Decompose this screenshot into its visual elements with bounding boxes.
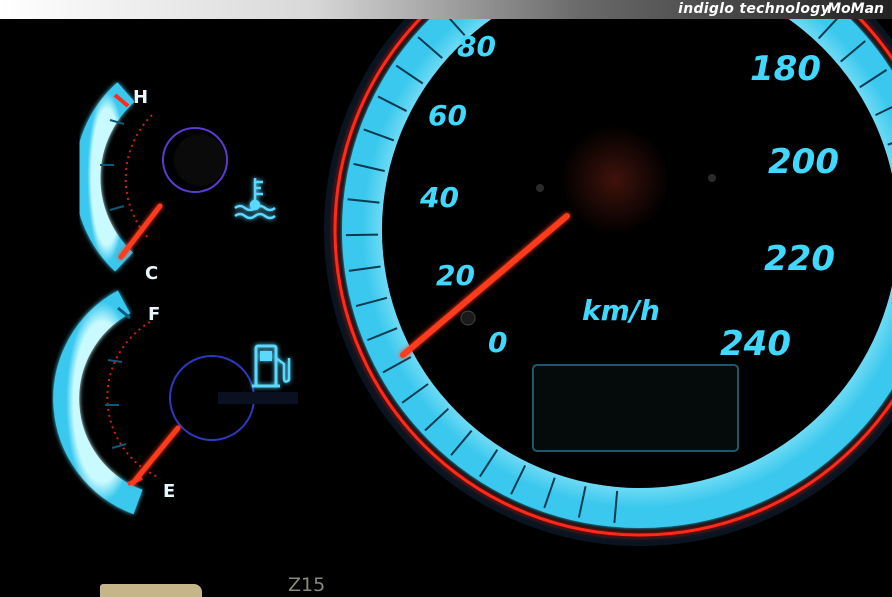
banner-brand: MoMan — [827, 1, 884, 17]
fuel-empty-label: E — [163, 481, 175, 502]
speed-label-20: 20 — [436, 259, 475, 292]
footer-code: Z15 — [288, 574, 326, 596]
footer-sticker — [100, 584, 202, 597]
odometer-display — [532, 364, 739, 452]
temperature-gauge: H C — [74, 82, 276, 284]
fuel-pump-icon — [252, 344, 291, 388]
speedometer: 0 20 40 60 80 180 200 220 240 km/h — [324, 19, 892, 546]
speed-label-180: 180 — [750, 49, 821, 89]
banner-text: indiglo technology — [678, 1, 830, 17]
temp-low-label: C — [145, 263, 158, 284]
fuel-gauge: F E — [53, 290, 298, 515]
speed-label-220: 220 — [764, 239, 835, 279]
speed-label-0: 0 — [488, 326, 507, 359]
instrument-cluster: 0 20 40 60 80 180 200 220 240 km/h H C F… — [53, 19, 892, 546]
speed-tick — [346, 233, 379, 237]
speed-label-200: 200 — [768, 142, 839, 182]
speed-unit: km/h — [582, 294, 660, 327]
speed-label-240: 240 — [720, 324, 791, 364]
temperature-gauge-face — [74, 82, 135, 272]
temp-high-label: H — [133, 87, 148, 108]
speed-label-60: 60 — [428, 99, 467, 132]
speed-label-80: 80 — [457, 30, 496, 63]
top-banner: indiglo technology MoMan — [0, 0, 892, 19]
speed-label-40: 40 — [419, 181, 459, 214]
temperature-needle — [118, 203, 163, 260]
coolant-temperature-icon — [234, 178, 276, 220]
fuel-gauge-face — [53, 290, 143, 515]
fuel-full-label: F — [148, 304, 160, 325]
